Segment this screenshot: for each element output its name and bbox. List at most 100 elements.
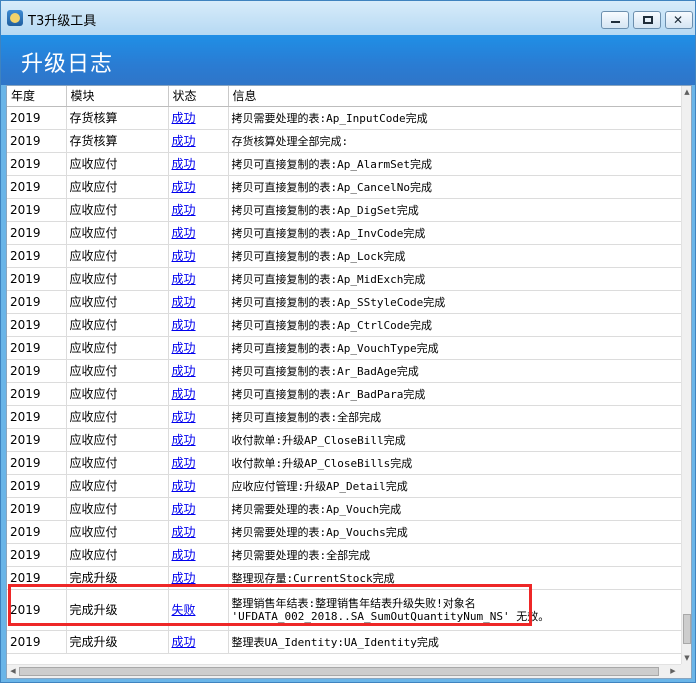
cell-status: 成功: [168, 630, 229, 654]
upgrade-tool-window: T3升级工具 ✕ 升级日志 年度 模块 状态 信息 2019 存货核算 成功 拷贝需要…: [0, 0, 696, 683]
table-row[interactable]: 2019 应收应付 成功 收付款单:升级AP_CloseBill完成: [7, 428, 681, 452]
horizontal-scrollbar[interactable]: ◀ ▶: [7, 664, 681, 678]
horizontal-scroll-thumb[interactable]: [19, 667, 659, 676]
cell-info: 整理表UA_Identity:UA_Identity完成: [228, 630, 681, 654]
table-row[interactable]: 2019 应收应付 成功 拷贝可直接复制的表:Ar_BadAge完成: [7, 359, 681, 383]
table-header-row: 年度 模块 状态 信息: [7, 86, 681, 107]
cell-status: 成功: [168, 129, 229, 153]
table-row[interactable]: 2019 完成升级 成功 整理现存量:CurrentStock完成: [7, 566, 681, 590]
cell-year: 2019: [7, 405, 67, 429]
column-header-year[interactable]: 年度: [7, 86, 67, 107]
table-row[interactable]: 2019 应收应付 成功 拷贝可直接复制的表:Ap_VouchType完成: [7, 336, 681, 360]
table-row[interactable]: 2019 应收应付 成功 拷贝可直接复制的表:Ap_AlarmSet完成: [7, 152, 681, 176]
cell-status: 成功: [168, 267, 229, 291]
scroll-right-arrow-icon[interactable]: ▶: [667, 665, 679, 678]
table-row[interactable]: 2019 应收应付 成功 收付款单:升级AP_CloseBills完成: [7, 451, 681, 475]
status-link[interactable]: 成功: [172, 502, 196, 516]
status-link[interactable]: 成功: [172, 571, 196, 585]
cell-status: 成功: [168, 405, 229, 429]
status-link[interactable]: 成功: [172, 318, 196, 332]
scroll-down-arrow-icon[interactable]: ▼: [682, 652, 692, 664]
cell-info: 拷贝可直接复制的表:Ap_CancelNo完成: [228, 175, 681, 199]
status-link[interactable]: 成功: [172, 157, 196, 171]
cell-year: 2019: [7, 106, 67, 130]
cell-year: 2019: [7, 630, 67, 654]
cell-year: 2019: [7, 244, 67, 268]
scroll-up-arrow-icon[interactable]: ▲: [682, 86, 692, 98]
cell-info: 拷贝可直接复制的表:Ap_AlarmSet完成: [228, 152, 681, 176]
status-link[interactable]: 成功: [172, 410, 196, 424]
cell-year: 2019: [7, 382, 67, 406]
cell-info: 拷贝可直接复制的表:Ap_Lock完成: [228, 244, 681, 268]
status-link[interactable]: 成功: [172, 249, 196, 263]
title-bar[interactable]: T3升级工具 ✕: [1, 1, 695, 35]
cell-info: 拷贝需要处理的表:Ap_Vouch完成: [228, 497, 681, 521]
scroll-left-arrow-icon[interactable]: ◀: [7, 665, 19, 678]
table-row[interactable]: 2019 存货核算 成功 拷贝需要处理的表:Ap_InputCode完成: [7, 106, 681, 130]
table-row[interactable]: 2019 存货核算 成功 存货核算处理全部完成:: [7, 129, 681, 153]
app-icon: [7, 10, 23, 26]
table-row[interactable]: 2019 完成升级 成功 整理表UA_Identity:UA_Identity完成: [7, 630, 681, 654]
table-row[interactable]: 2019 应收应付 成功 拷贝可直接复制的表:Ap_SStyleCode完成: [7, 290, 681, 314]
cell-module: 应收应付: [66, 382, 169, 406]
status-link[interactable]: 成功: [172, 180, 196, 194]
table-row[interactable]: 2019 应收应付 成功 拷贝需要处理的表:全部完成: [7, 543, 681, 567]
status-link[interactable]: 成功: [172, 295, 196, 309]
table-row[interactable]: 2019 应收应付 成功 拷贝需要处理的表:Ap_Vouchs完成: [7, 520, 681, 544]
cell-info: 拷贝可直接复制的表:Ar_BadAge完成: [228, 359, 681, 383]
table-row[interactable]: 2019 应收应付 成功 拷贝可直接复制的表:Ap_CancelNo完成: [7, 175, 681, 199]
column-header-info[interactable]: 信息: [228, 86, 681, 107]
status-link[interactable]: 成功: [172, 456, 196, 470]
status-link[interactable]: 成功: [172, 272, 196, 286]
cell-status: 成功: [168, 290, 229, 314]
page-title: 升级日志: [21, 52, 114, 77]
status-link[interactable]: 成功: [172, 525, 196, 539]
cell-info: 拷贝可直接复制的表:Ap_SStyleCode完成: [228, 290, 681, 314]
vertical-scrollbar[interactable]: ▲ ▼: [681, 86, 691, 664]
minimize-icon: [611, 21, 620, 23]
status-link[interactable]: 成功: [172, 433, 196, 447]
column-header-status[interactable]: 状态: [168, 86, 229, 107]
cell-module: 应收应付: [66, 520, 169, 544]
close-button[interactable]: ✕: [665, 11, 693, 29]
table-row[interactable]: 2019 应收应付 成功 应收应付管理:升级AP_Detail完成: [7, 474, 681, 498]
minimize-button[interactable]: [601, 11, 629, 29]
status-link[interactable]: 成功: [172, 111, 196, 125]
status-link[interactable]: 成功: [172, 548, 196, 562]
cell-year: 2019: [7, 428, 67, 452]
status-link[interactable]: 成功: [172, 364, 196, 378]
cell-status: 成功: [168, 566, 229, 590]
cell-year: 2019: [7, 221, 67, 245]
table-row[interactable]: 2019 应收应付 成功 拷贝可直接复制的表:Ap_InvCode完成: [7, 221, 681, 245]
maximize-button[interactable]: [633, 11, 661, 29]
cell-status: 成功: [168, 244, 229, 268]
table-row[interactable]: 2019 完成升级 失败 整理销售年结表:整理销售年结表升级失败!对象名 'UFDAT…: [7, 589, 681, 631]
cell-module: 应收应付: [66, 244, 169, 268]
status-link[interactable]: 失败: [172, 603, 196, 617]
status-link[interactable]: 成功: [172, 226, 196, 240]
table-row[interactable]: 2019 应收应付 成功 拷贝可直接复制的表:Ap_MidExch完成: [7, 267, 681, 291]
status-link[interactable]: 成功: [172, 341, 196, 355]
cell-status: 成功: [168, 543, 229, 567]
status-link[interactable]: 成功: [172, 203, 196, 217]
log-panel: 年度 模块 状态 信息 2019 存货核算 成功 拷贝需要处理的表:Ap_InputC…: [6, 85, 692, 679]
table-row[interactable]: 2019 应收应付 成功 拷贝可直接复制的表:Ap_Lock完成: [7, 244, 681, 268]
cell-year: 2019: [7, 474, 67, 498]
status-link[interactable]: 成功: [172, 635, 196, 649]
table-row[interactable]: 2019 应收应付 成功 拷贝可直接复制的表:Ap_DigSet完成: [7, 198, 681, 222]
scrollbar-corner: [681, 664, 691, 678]
table-row[interactable]: 2019 应收应付 成功 拷贝可直接复制的表:Ar_BadPara完成: [7, 382, 681, 406]
cell-info: 拷贝可直接复制的表:Ar_BadPara完成: [228, 382, 681, 406]
table-row[interactable]: 2019 应收应付 成功 拷贝需要处理的表:Ap_Vouch完成: [7, 497, 681, 521]
table-row[interactable]: 2019 应收应付 成功 拷贝可直接复制的表:Ap_CtrlCode完成: [7, 313, 681, 337]
cell-info: 拷贝需要处理的表:全部完成: [228, 543, 681, 567]
cell-module: 应收应付: [66, 175, 169, 199]
cell-year: 2019: [7, 313, 67, 337]
cell-year: 2019: [7, 520, 67, 544]
status-link[interactable]: 成功: [172, 134, 196, 148]
column-header-module[interactable]: 模块: [66, 86, 169, 107]
vertical-scroll-thumb[interactable]: [683, 614, 691, 644]
table-row[interactable]: 2019 应收应付 成功 拷贝可直接复制的表:全部完成: [7, 405, 681, 429]
status-link[interactable]: 成功: [172, 387, 196, 401]
status-link[interactable]: 成功: [172, 479, 196, 493]
